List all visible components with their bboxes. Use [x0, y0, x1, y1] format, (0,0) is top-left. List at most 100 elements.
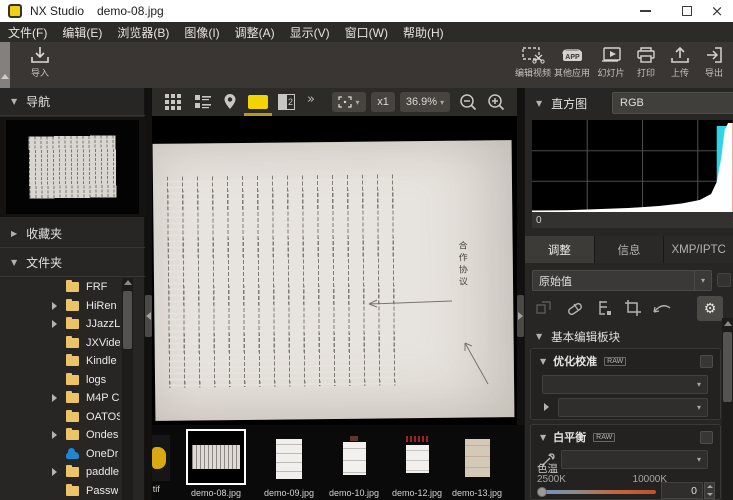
thumbnail-image[interactable] [152, 435, 170, 481]
compare-view-button[interactable]: 2 [278, 94, 295, 110]
left-panel-collapse-handle[interactable] [145, 295, 152, 337]
fit-to-screen-dropdown[interactable]: ▾ [332, 92, 366, 112]
step-up-icon[interactable] [707, 485, 713, 488]
histogram-section-header[interactable]: ▼ 直方图 RGB ▾ [525, 88, 733, 118]
expand-arrow-icon[interactable] [52, 468, 57, 476]
menu-item[interactable]: 显示(V) [290, 24, 330, 41]
scrollbar-thumb[interactable] [723, 332, 732, 402]
menu-item[interactable]: 图像(I) [184, 24, 219, 41]
dropdown-button[interactable]: ▾ [694, 271, 711, 290]
video-edit-button[interactable]: 编辑视频 [511, 46, 555, 86]
tab-adjustments[interactable]: 调整 [525, 236, 595, 263]
navigation-section-header[interactable]: ▼ 导航 [0, 88, 145, 116]
picture-control-sub-dropdown[interactable]: ▾ [558, 398, 708, 417]
adjustments-scrollbar[interactable] [722, 318, 733, 500]
crop-icon[interactable] [624, 299, 642, 317]
folders-section-header[interactable]: ▼ 文件夹 [0, 249, 145, 277]
thumbnail-image[interactable] [458, 431, 497, 485]
navigation-label: 导航 [26, 93, 50, 110]
picture-control-checkbox[interactable] [700, 355, 713, 368]
zoom-level-dropdown[interactable]: 36.9% ▾ [400, 92, 450, 112]
filmstrip-thumbnail[interactable]: demo-10.jpg [329, 432, 379, 498]
straighten-icon[interactable] [652, 299, 672, 317]
filmstrip-thumbnail[interactable]: demo-12.jpg [392, 433, 442, 498]
preset-save-button[interactable] [717, 273, 731, 287]
slider-handle[interactable] [537, 487, 547, 497]
thumbnail-image[interactable] [271, 433, 307, 485]
picture-control-header[interactable]: ▼ 优化校准 RAW [531, 349, 720, 369]
zoom-in-button[interactable] [486, 93, 506, 112]
filmstrip-thumbnail[interactable]: demo-13.jpg [452, 431, 502, 498]
histogram-channel-dropdown[interactable]: RGB ▾ [612, 92, 733, 114]
copy-adjustments-icon[interactable] [535, 299, 553, 317]
favorites-section-header[interactable]: ▶ 收藏夹 [0, 220, 145, 248]
dropdown-button[interactable]: ▾ [691, 399, 707, 416]
scroll-up-icon[interactable] [124, 280, 132, 285]
thumbnail-image[interactable] [186, 429, 246, 485]
chevron-down-icon: ▾ [697, 403, 701, 412]
export-button[interactable]: 导出 [692, 46, 733, 86]
color-temp-value-field[interactable]: 0 [661, 482, 703, 499]
thumbnail-image[interactable] [336, 432, 373, 485]
white-balance-dropdown[interactable]: ▾ [561, 450, 708, 469]
filmstrip-thumbnail[interactable]: .tif [152, 435, 170, 494]
basic-edit-section-header[interactable]: ▼ 基本编辑板块 [525, 326, 721, 347]
menu-item[interactable]: 浏览器(B) [117, 24, 169, 41]
folder-name: logs [86, 374, 106, 386]
image-view-button-active[interactable] [248, 95, 268, 109]
white-balance-header[interactable]: ▼ 白平衡 RAW [531, 425, 720, 445]
menu-item[interactable]: 帮助(H) [403, 24, 444, 41]
tab-xmp-iptc[interactable]: XMP/IPTC [664, 236, 733, 263]
settings-button[interactable]: ⚙ [697, 296, 723, 321]
close-button[interactable]: × [702, 0, 732, 22]
menu-item[interactable]: 窗口(W) [345, 24, 388, 41]
menu-item[interactable]: 调整(A) [235, 24, 275, 41]
step-down-icon[interactable] [707, 493, 713, 496]
folder-icon [66, 356, 79, 366]
minimize-button[interactable] [630, 0, 660, 22]
white-balance-checkbox[interactable] [700, 431, 713, 444]
grid-view-button[interactable] [164, 93, 182, 111]
zoom-1to1-button[interactable]: x1 [371, 92, 395, 112]
folder-icon [66, 467, 79, 477]
image-canvas[interactable]: 合作协议 [152, 116, 517, 425]
temp-min-label: 2500K [537, 474, 566, 485]
maximize-button[interactable] [672, 0, 702, 22]
color-temp-stepper[interactable] [704, 482, 715, 499]
retouch-brush-icon[interactable] [566, 299, 584, 317]
toolbar-collapse-grip[interactable] [0, 42, 10, 88]
right-panel-collapse-handle[interactable] [517, 295, 524, 337]
dropdown-button[interactable]: ▾ [691, 451, 707, 468]
chevron-down-icon: ▾ [440, 98, 444, 107]
adjustment-list-icon[interactable] [596, 299, 614, 317]
navigation-preview[interactable] [6, 120, 139, 214]
more-tools-chevron[interactable]: » [307, 92, 315, 107]
histogram-axis: 0 255 [532, 212, 733, 228]
expand-arrow-icon[interactable] [52, 431, 57, 439]
menu-item[interactable]: 编辑(E) [62, 24, 102, 41]
list-view-button[interactable] [194, 93, 212, 111]
color-temp-slider[interactable] [538, 490, 656, 494]
other-apps-button[interactable]: APP 其他应用 [550, 46, 594, 86]
expand-arrow-icon[interactable] [544, 403, 549, 411]
picture-control-dropdown[interactable]: ▾ [542, 375, 708, 394]
scroll-up-icon[interactable] [724, 321, 732, 326]
filmstrip-thumbnail[interactable]: demo-09.jpg [264, 433, 314, 498]
expand-arrow-icon[interactable] [52, 394, 57, 402]
preset-dropdown[interactable]: 原始值 ▾ [532, 270, 712, 291]
zoom-out-button[interactable] [458, 93, 478, 112]
expand-arrow-icon[interactable] [52, 302, 57, 310]
expand-arrow-icon[interactable] [52, 320, 57, 328]
folder-icon [66, 301, 79, 311]
dropdown-button[interactable]: ▾ [691, 376, 707, 393]
scrollbar-thumb[interactable] [123, 291, 132, 349]
filmstrip-thumbnail[interactable]: demo-08.jpg [186, 429, 246, 498]
folder-tree-scrollbar[interactable] [122, 278, 133, 500]
map-pin-view-button[interactable] [222, 93, 238, 111]
menu-item[interactable]: 文件(F) [8, 24, 47, 41]
tab-info[interactable]: 信息 [595, 236, 665, 263]
thumbnail-filename: demo-09.jpg [264, 488, 314, 498]
import-button[interactable]: 导入 [18, 46, 62, 86]
video-edit-icon [521, 46, 545, 64]
thumbnail-image[interactable] [400, 433, 435, 485]
